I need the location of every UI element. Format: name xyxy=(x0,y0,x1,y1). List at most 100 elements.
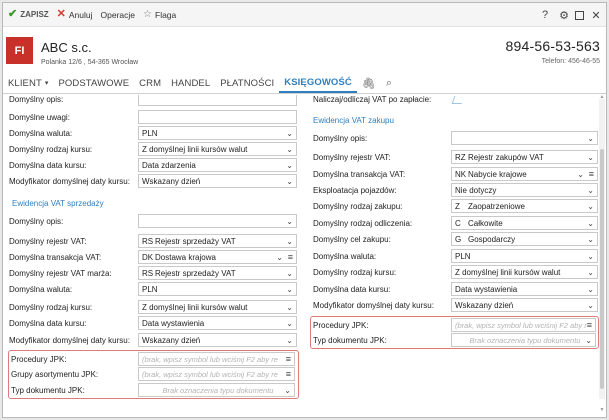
chevron-down-icon: ⌄ xyxy=(587,153,594,162)
vertical-scrollbar[interactable] xyxy=(599,99,605,399)
chevron-down-icon: ⌄ xyxy=(587,202,594,211)
help-button[interactable]: ? xyxy=(537,3,553,27)
form-row: Domyślna waluta: xyxy=(9,128,73,138)
form-row: Procedury JPK: xyxy=(313,320,369,330)
chevron-down-icon: ⌄ xyxy=(587,235,594,244)
purchase-register-select[interactable]: RZ Rejestr zakupów VAT ⌄ xyxy=(451,150,598,164)
jpk-procedures-field[interactable]: (brak, wpisz symbol lub wciśnij F2 aby r… xyxy=(138,352,295,366)
section-vat-purchase: Ewidencja VAT zakupu xyxy=(313,116,394,125)
rate-type-select[interactable]: Z domyślnej linii kursów walut ⌄ xyxy=(138,142,297,156)
sales-transaction-select[interactable]: DK Dostawa krajowa ⌄ ≡ xyxy=(138,250,297,264)
avatar: FI xyxy=(6,37,33,64)
menu-icon[interactable]: ≡ xyxy=(589,169,594,180)
scroll-up-icon[interactable]: ▲ xyxy=(599,94,605,100)
close-icon: ✕ xyxy=(56,8,66,20)
form-row: Domyślny rodzaj kursu: xyxy=(9,144,93,154)
menu-icon[interactable]: ≡ xyxy=(285,354,291,365)
form-row: Domyślny opis: xyxy=(9,95,64,104)
chevron-down-icon: ▾ xyxy=(44,80,49,87)
vat-after-payment-checkbox[interactable] xyxy=(451,96,465,104)
sales-rate-date-modifier-select[interactable]: Wskazany dzień ⌄ xyxy=(138,333,297,347)
chevron-down-icon: ⌄ xyxy=(286,303,293,312)
menu-icon[interactable]: ≡ xyxy=(285,369,291,380)
purchase-rate-date-modifier-select[interactable]: Wskazany dzień ⌄ xyxy=(451,298,598,312)
scroll-down-icon[interactable]: ▼ xyxy=(599,407,605,413)
ksiegowosc-panel: Domyślny opis: Domyślne uwagi: Domyślna … xyxy=(3,95,606,417)
sales-description-field[interactable]: ⌄ xyxy=(138,214,297,228)
rate-date-select[interactable]: Data zdarzenia ⌄ xyxy=(138,158,297,172)
chevron-down-icon: ⌄ xyxy=(286,285,293,294)
sales-rate-type-select[interactable]: Z domyślnej linii kursów walut ⌄ xyxy=(138,300,297,314)
check-icon: ✔ xyxy=(8,8,18,20)
history-icon: ⌕ xyxy=(385,76,393,89)
jpk-product-groups-field[interactable]: (brak, wpisz symbol lub wciśnij F2 aby r… xyxy=(138,367,295,381)
menu-icon[interactable]: ≡ xyxy=(288,252,293,263)
purchase-currency-select[interactable]: PLN ⌄ xyxy=(451,249,598,263)
chevron-down-icon: ⌄ xyxy=(587,186,594,195)
phone-number: 894-56-53-563 xyxy=(505,38,600,54)
form-row: Domyślny rejestr VAT: xyxy=(9,236,87,246)
chevron-down-icon: ⌄ xyxy=(286,319,293,328)
form-row: Domyślna transakcja VAT: xyxy=(9,252,102,262)
maximize-icon xyxy=(574,10,584,20)
form-row: Domyślny rodzaj kursu: xyxy=(9,302,93,312)
sales-currency-select[interactable]: PLN ⌄ xyxy=(138,282,297,296)
margin-register-select[interactable]: RS Rejestr sprzedaży VAT ⌄ xyxy=(138,266,297,280)
form-row: Domyślna data kursu: xyxy=(9,318,87,328)
purchase-purpose-select[interactable]: G Gospodarczy ⌄ xyxy=(451,232,598,246)
default-description-field[interactable] xyxy=(138,95,297,106)
tab-crm[interactable]: CRM xyxy=(134,73,166,93)
chevron-down-icon: ⌄ xyxy=(577,170,584,179)
form-row: Domyślny rodzaj odliczenia: xyxy=(313,218,413,228)
purchase-type-select[interactable]: Z Zaopatrzeniowe ⌄ xyxy=(451,199,598,213)
company-name: ABC s.c. xyxy=(41,40,92,55)
tab-ksiegowosc[interactable]: KSIĘGOWOŚĆ xyxy=(279,73,357,93)
form-row: Modyfikator domyślnej daty kursu: xyxy=(9,335,130,345)
chevron-down-icon: ⌄ xyxy=(587,134,594,143)
form-row: Domyślna waluta: xyxy=(9,284,73,294)
tab-klient[interactable]: KLIENT ▾ xyxy=(3,73,53,93)
close-window-button[interactable]: ✕ xyxy=(588,3,604,27)
form-row: Domyślne uwagi: xyxy=(9,112,70,122)
tab-handel[interactable]: HANDEL xyxy=(166,73,215,93)
maximize-button[interactable] xyxy=(571,3,587,27)
menu-icon[interactable]: ≡ xyxy=(586,320,592,331)
purchase-jpk-document-type-select[interactable]: Brak oznaczenia typu dokumentu ⌄ xyxy=(451,333,596,347)
attachment-tab[interactable]: 🖇 xyxy=(357,73,381,93)
jpk-document-type-select[interactable]: Brak oznaczenia typu dokumentu ⌄ xyxy=(138,383,295,397)
sales-rate-date-select[interactable]: Data wystawienia ⌄ xyxy=(138,316,297,330)
settings-button[interactable]: ⚙ xyxy=(556,3,572,27)
cancel-button[interactable]: ✕ Anuluj xyxy=(53,3,97,27)
flag-button[interactable]: ☆ Flaga xyxy=(139,3,180,27)
purchase-rate-type-select[interactable]: Z domyślnej linii kursów walut ⌄ xyxy=(451,265,598,279)
tab-platnosci[interactable]: PŁATNOŚCI xyxy=(215,73,279,93)
vehicle-use-select[interactable]: Nie dotyczy ⌄ xyxy=(451,183,598,197)
operations-button[interactable]: Operacje xyxy=(97,3,140,27)
rate-date-modifier-select[interactable]: Wskazany dzień ⌄ xyxy=(138,174,297,188)
scrollbar-thumb[interactable] xyxy=(600,149,604,389)
form-row: Domyślny opis: xyxy=(9,216,64,226)
purchase-description-field[interactable]: ⌄ xyxy=(451,131,598,145)
sales-register-select[interactable]: RS Rejestr sprzedaży VAT ⌄ xyxy=(138,234,297,248)
currency-select[interactable]: PLN ⌄ xyxy=(138,126,297,140)
form-row: Typ dokumentu JPK: xyxy=(313,335,387,345)
purchase-transaction-select[interactable]: NK Nabycie krajowe ⌄ ≡ xyxy=(451,167,598,181)
save-button[interactable]: ✔ ZAPISZ xyxy=(3,3,53,27)
close-icon: ✕ xyxy=(591,9,601,22)
form-row: Modyfikator domyślnej daty kursu: xyxy=(9,176,130,186)
default-notes-field[interactable] xyxy=(138,110,297,124)
chevron-down-icon: ⌄ xyxy=(587,268,594,277)
chevron-down-icon: ⌄ xyxy=(284,386,291,395)
paperclip-icon: 🖇 xyxy=(361,77,376,90)
purchase-jpk-procedures-field[interactable]: (brak, wpisz symbol lub wciśnij F2 aby r… xyxy=(451,318,596,332)
history-tab[interactable]: ⌕ xyxy=(381,73,397,93)
form-row: Eksploatacja pojazdów: xyxy=(313,185,397,195)
toolbar: ✔ ZAPISZ ✕ Anuluj Operacje ☆ Flaga ? ⚙ ✕ xyxy=(3,3,606,27)
form-row: Domyślna data kursu: xyxy=(9,160,87,170)
chevron-down-icon: ⌄ xyxy=(286,269,293,278)
deduction-type-select[interactable]: C Całkowite ⌄ xyxy=(451,216,598,230)
tab-podstawowe[interactable]: PODSTAWOWE xyxy=(53,73,134,93)
company-address: Polanka 12/6 , 54-365 Wrocław xyxy=(41,59,139,66)
purchase-rate-date-select[interactable]: Data wystawienia ⌄ xyxy=(451,282,598,296)
chevron-down-icon: ⌄ xyxy=(286,217,293,226)
